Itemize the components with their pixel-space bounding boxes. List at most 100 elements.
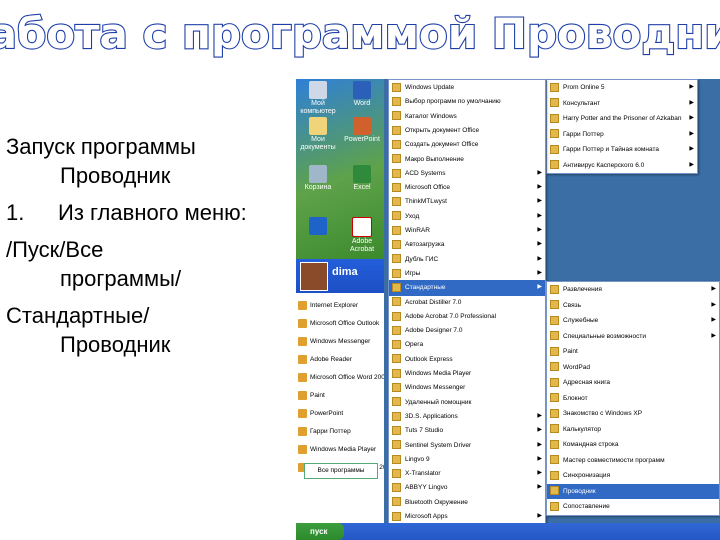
menu-item-label: ACD Systems	[405, 169, 446, 177]
windows-screenshot: Мой компьютер Word Мои документы PowerPo…	[296, 79, 720, 540]
folder-icon	[550, 470, 559, 480]
menu-item[interactable]: Сопоставление	[547, 499, 719, 515]
menu-item-label: Удаленный помощник	[405, 398, 472, 406]
my-computer-icon[interactable]: Мой компьютер	[298, 81, 338, 116]
pinned-program-item[interactable]: Гарри Поттер	[298, 425, 384, 439]
menu-item[interactable]: 3D.S. Applications ▶	[389, 409, 545, 425]
submenu-arrow-icon: ▶	[537, 427, 542, 434]
menu-item[interactable]: Игры ▶	[389, 266, 545, 282]
folder-icon	[392, 297, 401, 307]
menu-item[interactable]: Гарри Поттер ▶	[547, 127, 697, 143]
menu-item[interactable]: WinRAR ▶	[389, 223, 545, 239]
menu-item[interactable]: ThinkMTLwyst ▶	[389, 194, 545, 210]
menu-item[interactable]: ACD Systems ▶	[389, 166, 545, 182]
menu-item[interactable]: Блокнот	[547, 391, 719, 407]
menu-item[interactable]: Синхронизация	[547, 468, 719, 484]
menu-item[interactable]: WordPad	[547, 360, 719, 376]
menu-item[interactable]: Автозагрузка ▶	[389, 237, 545, 253]
menu-item[interactable]: Sentinel System Driver ▶	[389, 438, 545, 454]
menu-item[interactable]: Стандартные ▶	[389, 280, 545, 296]
folder-icon	[550, 439, 559, 449]
folder-icon	[392, 340, 401, 350]
folder-icon	[392, 383, 401, 393]
menu-item-label: Открыть документ Office	[405, 126, 480, 134]
menu-item[interactable]: Windows Media Player	[389, 366, 545, 382]
my-documents-icon[interactable]: Мои документы	[298, 117, 338, 152]
menu-item[interactable]: Tuts 7 Studio ▶	[389, 423, 545, 439]
menu-item[interactable]: Мастер совместимости программ	[547, 453, 719, 469]
submenu-arrow-icon: ▶	[711, 286, 716, 292]
menu-item[interactable]: Проводник	[547, 483, 719, 499]
recycle-bin-icon[interactable]: Корзина	[298, 165, 338, 192]
folder-icon	[550, 501, 559, 511]
pinned-program-item[interactable]: Internet Explorer	[298, 299, 384, 313]
submenu-arrow-icon: ▶	[537, 484, 542, 491]
menu-item[interactable]: Adobe Acrobat 7.0 Professional	[389, 309, 545, 325]
pinned-program-item[interactable]: PowerPoint	[298, 407, 384, 421]
menu-item[interactable]: Командная строка	[547, 437, 719, 453]
menu-item[interactable]: Уход ▶	[389, 209, 545, 225]
user-bar: dima	[296, 259, 384, 293]
menu-item[interactable]: Калькулятор	[547, 422, 719, 438]
menu-item[interactable]: Acrobat Distiller 7.0	[389, 295, 545, 311]
menu-item[interactable]: Windows Update	[389, 80, 545, 96]
menu-item[interactable]: Антивирус Касперского 6.0 ▶	[547, 158, 697, 174]
menu-item[interactable]: Adobe Designer 7.0	[389, 323, 545, 339]
menu-item[interactable]: Windows Messenger	[389, 380, 545, 396]
menu-item[interactable]: Harry Potter and the Prisoner of Azkaban…	[547, 111, 697, 127]
pinned-program-item[interactable]: Adobe Reader	[298, 353, 384, 367]
menu-item[interactable]: Гарри Поттер и Тайная комната ▶	[547, 142, 697, 158]
menu-item-label: Harry Potter and the Prisoner of Azkaban	[563, 115, 682, 122]
folder-icon	[392, 225, 401, 235]
menu-item[interactable]: X-Translator ▶	[389, 466, 545, 482]
folder-icon	[392, 82, 401, 92]
menu-item[interactable]: Prom Online 5 ▶	[547, 80, 697, 96]
menu-item[interactable]: Связь ▶	[547, 298, 719, 314]
word-icon[interactable]: Word	[342, 81, 382, 108]
submenu-arrow-icon: ▶	[711, 317, 716, 323]
menu-item[interactable]: Удаленный помощник	[389, 395, 545, 411]
menu-item[interactable]: Служебные ▶	[547, 313, 719, 329]
pinned-program-item[interactable]: Microsoft Office Outlook	[298, 317, 384, 331]
menu-item[interactable]: Paint	[547, 344, 719, 360]
pinned-program-item[interactable]: Windows Messenger	[298, 335, 384, 349]
menu-item[interactable]: Адресная книга	[547, 375, 719, 391]
menu-item-label: Paint	[563, 348, 578, 355]
pinned-program-item[interactable]: Microsoft Office Word 2003	[298, 371, 384, 385]
menu-item-label: 3D.S. Applications	[405, 412, 458, 420]
menu-item[interactable]: Дубль ГИС ▶	[389, 252, 545, 268]
menu-item[interactable]: Специальные возможности ▶	[547, 329, 719, 345]
menu-item[interactable]: Создать документ Office	[389, 137, 545, 153]
start-button[interactable]: пуск	[296, 523, 344, 540]
excel-icon[interactable]: Excel	[342, 165, 382, 192]
menu-item[interactable]: Каталог Windows	[389, 109, 545, 125]
menu-item[interactable]: Bluetooth Окружение	[389, 495, 545, 511]
pinned-program-label: Гарри Поттер	[310, 428, 351, 435]
menu-item[interactable]: Lingvo 9 ▶	[389, 452, 545, 468]
menu-item-label: Opera	[405, 341, 424, 349]
menu-item[interactable]: Развлечения ▶	[547, 282, 719, 298]
folder-icon	[392, 425, 401, 435]
pinned-program-item[interactable]: Paint	[298, 389, 384, 403]
powerpoint-icon[interactable]: PowerPoint	[342, 117, 382, 144]
folder-icon	[550, 129, 559, 139]
menu-item[interactable]: Microsoft Office ▶	[389, 180, 545, 196]
pinned-program-item[interactable]: Windows Media Player	[298, 443, 384, 457]
pinned-program-label: Adobe Reader	[310, 356, 352, 363]
folder-icon	[550, 82, 559, 92]
menu-item[interactable]: Макро Выполнение	[389, 152, 545, 168]
menu-item[interactable]: Знакомство с Windows XP	[547, 406, 719, 422]
folder-icon	[392, 211, 401, 221]
menu-item[interactable]: Opera	[389, 337, 545, 353]
menu-item[interactable]: Открыть документ Office	[389, 123, 545, 139]
adobe-acrobat-icon[interactable]: Adobe Acrobat	[342, 217, 382, 254]
menu-item[interactable]: Консультант ▶	[547, 96, 697, 112]
menu-item[interactable]: Outlook Express	[389, 352, 545, 368]
menu-item[interactable]: ABBYY Lingvo ▶	[389, 480, 545, 496]
menu-item[interactable]: Выбор программ по умолчанию	[389, 94, 545, 110]
shortcut-icon[interactable]	[298, 217, 338, 236]
submenu-arrow-icon: ▶	[711, 301, 716, 308]
line-from-menu: Из главного меню:	[58, 200, 247, 225]
program-icon	[298, 300, 307, 310]
all-programs-button[interactable]: Все программы	[304, 463, 378, 479]
